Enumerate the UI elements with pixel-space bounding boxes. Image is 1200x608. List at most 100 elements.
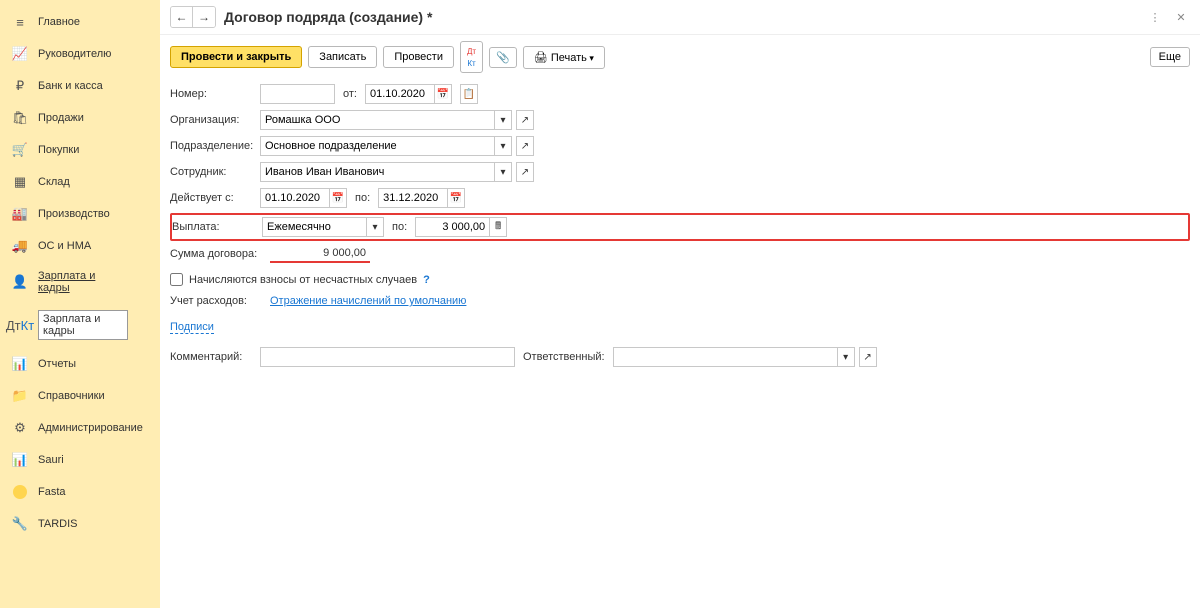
sidebar-item-assets[interactable]: 🚚 ОС и НМА (0, 230, 160, 262)
comment-label: Комментарий: (170, 351, 260, 363)
sidebar-item-label: Руководителю (38, 48, 128, 60)
responsible-input[interactable] (613, 347, 838, 367)
number-label: Номер: (170, 88, 260, 100)
sidebar-item-references[interactable]: 📁 Справочники (0, 380, 160, 412)
close-icon[interactable]: ✕ (1172, 8, 1190, 26)
dropdown-icon[interactable]: ▾ (494, 136, 512, 156)
valid-to-input[interactable] (378, 188, 448, 208)
sidebar-item-production[interactable]: 🏭Производство (0, 198, 160, 230)
main-content: ← → Договор подряда (создание) * ⋮ ✕ Про… (160, 0, 1200, 608)
ruble-icon: ₽ (12, 78, 28, 94)
accident-label: Начисляются взносы от несчастных случаев (189, 274, 417, 286)
dept-label: Подразделение: (170, 140, 260, 152)
sidebar-item-label: TARDIS (38, 518, 128, 530)
calendar-popup-icon[interactable]: 📋 (460, 84, 478, 104)
sidebar-item-salary[interactable]: 👤Зарплата и кадры (0, 262, 160, 302)
sidebar-item-label: Справочники (38, 390, 128, 402)
sum-value: 9 000,00 (270, 245, 370, 263)
sidebar-item-salary-2[interactable]: ДтКт Зарплата и кадры (0, 302, 160, 348)
employee-input[interactable] (260, 162, 495, 182)
grid-icon: ▦ (12, 174, 28, 190)
factory-icon: 🏭 (12, 206, 28, 222)
forward-button[interactable]: → (193, 7, 215, 27)
print-button[interactable]: Печать (523, 46, 605, 69)
help-icon[interactable]: ? (423, 274, 430, 286)
post-button[interactable]: Провести (383, 46, 454, 68)
header: ← → Договор подряда (создание) * ⋮ ✕ (160, 0, 1200, 35)
dept-input[interactable] (260, 136, 495, 156)
sidebar-item-reports[interactable]: 📊 Отчеты (0, 348, 160, 380)
wrench-icon: 🔧 (12, 516, 28, 532)
calendar-icon[interactable]: 📅 (434, 84, 452, 104)
sidebar-item-label: Fasta (38, 486, 128, 498)
sidebar-item-warehouse[interactable]: ▦Склад (0, 166, 160, 198)
sidebar-item-label: Sauri (38, 454, 128, 466)
back-button[interactable]: ← (171, 7, 193, 27)
sidebar: ≡ Главное 📈 Руководителю ₽ Банк и касса 🛍Пр… (0, 0, 160, 608)
open-link-icon[interactable]: ↗ (516, 136, 534, 156)
org-input[interactable] (260, 110, 495, 130)
person-icon: 👤 (12, 274, 28, 290)
sidebar-item-tardis[interactable]: 🔧 TARDIS (0, 508, 160, 540)
form: Номер: от: 📅 📋 Организация: ▾ ↗ Подразде… (160, 79, 1200, 376)
from-label: от: (335, 88, 365, 100)
menu-icon: ≡ (12, 14, 28, 30)
payment-type-input[interactable] (262, 217, 367, 237)
write-button[interactable]: Записать (308, 46, 377, 68)
payment-row-highlighted: Выплата: ▾ по: 🖩 (170, 213, 1190, 241)
sidebar-item-label: Зарплата и кадры (38, 310, 128, 340)
open-link-icon[interactable]: ↗ (859, 347, 877, 367)
post-close-button[interactable]: Провести и закрыть (170, 46, 302, 68)
sidebar-item-admin[interactable]: ⚙Администрирование (0, 412, 160, 444)
valid-from-label: Действует с: (170, 192, 260, 204)
sidebar-item-purchases[interactable]: 🛒Покупки (0, 134, 160, 166)
bars-icon: 📊 (12, 356, 28, 372)
sidebar-item-sales[interactable]: 🛍Продажи (0, 102, 160, 134)
dropdown-icon[interactable]: ▾ (494, 110, 512, 130)
employee-label: Сотрудник: (170, 166, 260, 178)
sidebar-item-label: Банк и касса (38, 80, 128, 92)
dtkt-button[interactable]: ДтКт (460, 41, 483, 73)
signatures-link[interactable]: Подписи (170, 321, 214, 334)
sauri-icon: 📊 (12, 452, 28, 468)
sidebar-item-fasta[interactable]: Fasta (0, 476, 160, 508)
comment-input[interactable] (260, 347, 515, 367)
truck-icon: 🚚 (12, 238, 28, 254)
dropdown-icon[interactable]: ▾ (494, 162, 512, 182)
sidebar-item-label: Администрирование (38, 422, 128, 434)
dropdown-icon[interactable]: ▾ (837, 347, 855, 367)
sidebar-item-label: Отчеты (38, 358, 128, 370)
date-input[interactable] (365, 84, 435, 104)
sidebar-item-manager[interactable]: 📈 Руководителю (0, 38, 160, 70)
sidebar-item-label: ОС и НМА (38, 240, 128, 252)
calculator-icon[interactable]: 🖩 (489, 217, 507, 237)
open-link-icon[interactable]: ↗ (516, 162, 534, 182)
sidebar-item-bank[interactable]: ₽ Банк и касса (0, 70, 160, 102)
calendar-icon[interactable]: 📅 (329, 188, 347, 208)
folder-icon: 📁 (12, 388, 28, 404)
chart-icon: 📈 (12, 46, 28, 62)
sidebar-item-label: Главное (38, 16, 128, 28)
sidebar-item-label: Продажи (38, 112, 128, 124)
open-link-icon[interactable]: ↗ (516, 110, 534, 130)
accident-checkbox[interactable] (170, 273, 183, 286)
sum-label: Сумма договора: (170, 248, 270, 260)
sidebar-item-main[interactable]: ≡ Главное (0, 6, 160, 38)
calendar-icon[interactable]: 📅 (447, 188, 465, 208)
number-input[interactable] (260, 84, 335, 104)
dtkt-icon: ДтКт (12, 317, 28, 333)
expense-label: Учет расходов: (170, 295, 270, 307)
more-vertical-icon[interactable]: ⋮ (1146, 8, 1164, 26)
attach-button[interactable] (489, 47, 517, 68)
sidebar-item-sauri[interactable]: 📊 Sauri (0, 444, 160, 476)
payment-label: Выплата: (172, 221, 262, 233)
toolbar: Провести и закрыть Записать Провести ДтК… (160, 35, 1200, 79)
to-label: по: (347, 192, 378, 204)
dropdown-icon[interactable]: ▾ (366, 217, 384, 237)
more-button[interactable]: Еще (1150, 47, 1190, 67)
payment-amount-input[interactable] (415, 217, 490, 237)
org-label: Организация: (170, 114, 260, 126)
valid-from-input[interactable] (260, 188, 330, 208)
page-title: Договор подряда (создание) * (224, 9, 432, 25)
expense-link[interactable]: Отражение начислений по умолчанию (270, 295, 466, 307)
